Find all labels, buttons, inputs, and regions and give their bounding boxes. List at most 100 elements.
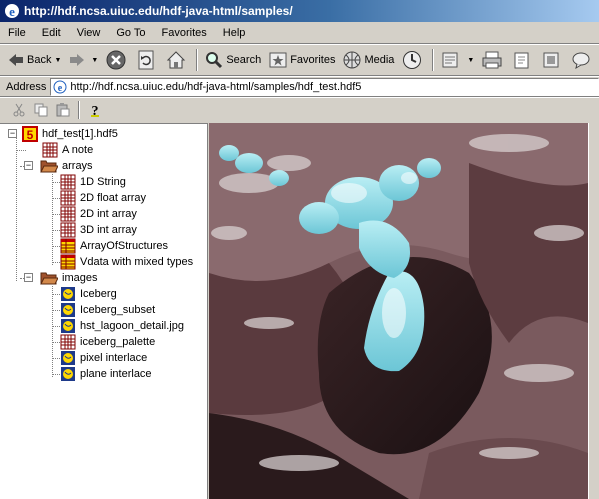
back-button[interactable]: Back ▼	[4, 47, 65, 73]
toolbar-separator	[78, 101, 80, 119]
image-globe-icon	[61, 303, 75, 317]
folder-open-icon	[40, 272, 58, 285]
refresh-button[interactable]	[133, 47, 162, 73]
applet-toolbar: ?	[0, 98, 599, 122]
help-question-icon: ?	[91, 104, 99, 118]
tree-item-iceberg-palette[interactable]: iceberg_palette	[60, 334, 155, 350]
image-globe-icon	[61, 287, 75, 301]
tree-item-iceberg[interactable]: Iceberg	[60, 286, 117, 302]
history-icon	[403, 51, 422, 69]
dataset-grid-icon	[60, 206, 76, 222]
folder-open-icon	[40, 160, 58, 173]
ie-icon: e	[5, 4, 19, 19]
tree-item-pixel-interlace[interactable]: pixel interlace	[60, 350, 147, 366]
refresh-icon	[138, 50, 154, 70]
menu-file[interactable]: File	[0, 27, 34, 39]
tree-item-2d-float-array[interactable]: 2D float array	[60, 190, 146, 206]
image-label: plane interlace	[80, 368, 152, 380]
history-button[interactable]	[398, 47, 429, 73]
media-icon	[343, 51, 361, 69]
tree-line	[52, 198, 60, 199]
tree-root[interactable]: 5 hdf_test[1].hdf5	[22, 126, 118, 142]
tree-item-note[interactable]: A note	[42, 142, 93, 158]
chevron-down-icon[interactable]: ▼	[54, 57, 61, 64]
tree-item-iceberg-subset[interactable]: Iceberg_subset	[60, 302, 155, 318]
scissors-icon	[13, 103, 25, 117]
tree-group-images[interactable]: images	[40, 270, 97, 286]
search-icon	[206, 52, 223, 69]
mail-button[interactable]: ▼	[437, 47, 478, 73]
menu-help[interactable]: Help	[215, 27, 254, 39]
table-icon	[60, 238, 76, 254]
dataset-grid-icon	[42, 142, 58, 158]
edit-button[interactable]	[509, 47, 538, 73]
favorites-button[interactable]: Favorites	[265, 47, 339, 73]
forward-button[interactable]: ▼	[65, 47, 102, 73]
menu-edit[interactable]: Edit	[34, 27, 69, 39]
svg-text:5: 5	[27, 128, 34, 142]
copy-button[interactable]	[30, 100, 52, 120]
array-label: 3D int array	[80, 224, 137, 236]
paste-button[interactable]	[52, 100, 74, 120]
address-field[interactable]: e http://hdf.ncsa.uiuc.edu/hdf-java-html…	[50, 77, 599, 96]
back-arrow-icon	[9, 54, 23, 66]
array-label: Vdata with mixed types	[80, 256, 194, 268]
search-label: Search	[226, 54, 262, 66]
tree-item-vdata-mixed-types[interactable]: Vdata with mixed types	[60, 254, 193, 270]
image-globe-icon	[61, 367, 75, 381]
messenger-icon	[572, 52, 590, 69]
image-label: hst_lagoon_detail.jpg	[80, 320, 184, 332]
tree-item-array-of-structures[interactable]: ArrayOfStructures	[60, 238, 168, 254]
tree-line	[52, 286, 53, 377]
dataset-grid-icon	[60, 174, 76, 190]
arrays-expander[interactable]: −	[24, 161, 33, 170]
discuss-button[interactable]	[538, 47, 567, 73]
images-expander[interactable]: −	[24, 273, 33, 282]
tree-item-plane-interlace[interactable]: plane interlace	[60, 366, 152, 382]
tree-item-3d-int-array[interactable]: 3D int array	[60, 222, 137, 238]
chevron-down-icon[interactable]: ▼	[91, 57, 98, 64]
array-label: 1D String	[80, 176, 126, 188]
home-icon	[167, 51, 186, 69]
messenger-button[interactable]	[567, 47, 598, 73]
tree-group-arrays[interactable]: arrays	[40, 158, 93, 174]
copy-icon	[34, 103, 48, 117]
tree-line	[52, 326, 60, 327]
home-button[interactable]	[162, 47, 193, 73]
array-label: ArrayOfStructures	[80, 240, 169, 252]
file-tree-panel: − 5 hdf_test[1].hdf5 A note − arrays 1D …	[0, 123, 208, 499]
favorites-label: Favorites	[290, 54, 336, 66]
mail-icon	[442, 52, 458, 68]
menu-goto[interactable]: Go To	[108, 27, 153, 39]
image-label: Iceberg	[80, 288, 117, 300]
table-icon	[60, 254, 76, 270]
cut-button[interactable]	[8, 100, 30, 120]
stop-button[interactable]	[102, 47, 133, 73]
search-button[interactable]: Search	[201, 47, 265, 73]
browser-toolbar: Back ▼ ▼ Search Favorites Media ▼	[0, 45, 599, 76]
title-bar: e http://hdf.ncsa.uiuc.edu/hdf-java-html…	[0, 0, 599, 22]
media-label: Media	[364, 54, 395, 66]
root-label: hdf_test[1].hdf5	[42, 128, 118, 140]
tree-line	[52, 230, 60, 231]
chevron-down-icon[interactable]: ▼	[467, 57, 474, 64]
array-label: 2D float array	[80, 192, 147, 204]
address-url[interactable]: http://hdf.ncsa.uiuc.edu/hdf-java-html/s…	[70, 81, 361, 93]
page-icon: e	[53, 80, 67, 94]
image-label: iceberg_palette	[80, 336, 156, 348]
tree-line	[52, 310, 60, 311]
root-expander[interactable]: −	[8, 129, 17, 138]
image-view[interactable]	[209, 123, 588, 499]
array-label: 2D int array	[80, 208, 137, 220]
tree-line	[52, 214, 60, 215]
media-button[interactable]: Media	[339, 47, 398, 73]
menu-view[interactable]: View	[69, 27, 109, 39]
image-globe-icon	[61, 351, 75, 365]
help-button[interactable]: ?	[84, 100, 106, 120]
tree-item-hst-lagoon[interactable]: hst_lagoon_detail.jpg	[60, 318, 184, 334]
address-bar: Address e http://hdf.ncsa.uiuc.edu/hdf-j…	[0, 77, 599, 97]
menu-favorites[interactable]: Favorites	[154, 27, 215, 39]
tree-item-2d-int-array[interactable]: 2D int array	[60, 206, 137, 222]
tree-item-1d-string[interactable]: 1D String	[60, 174, 126, 190]
print-button[interactable]	[478, 47, 509, 73]
